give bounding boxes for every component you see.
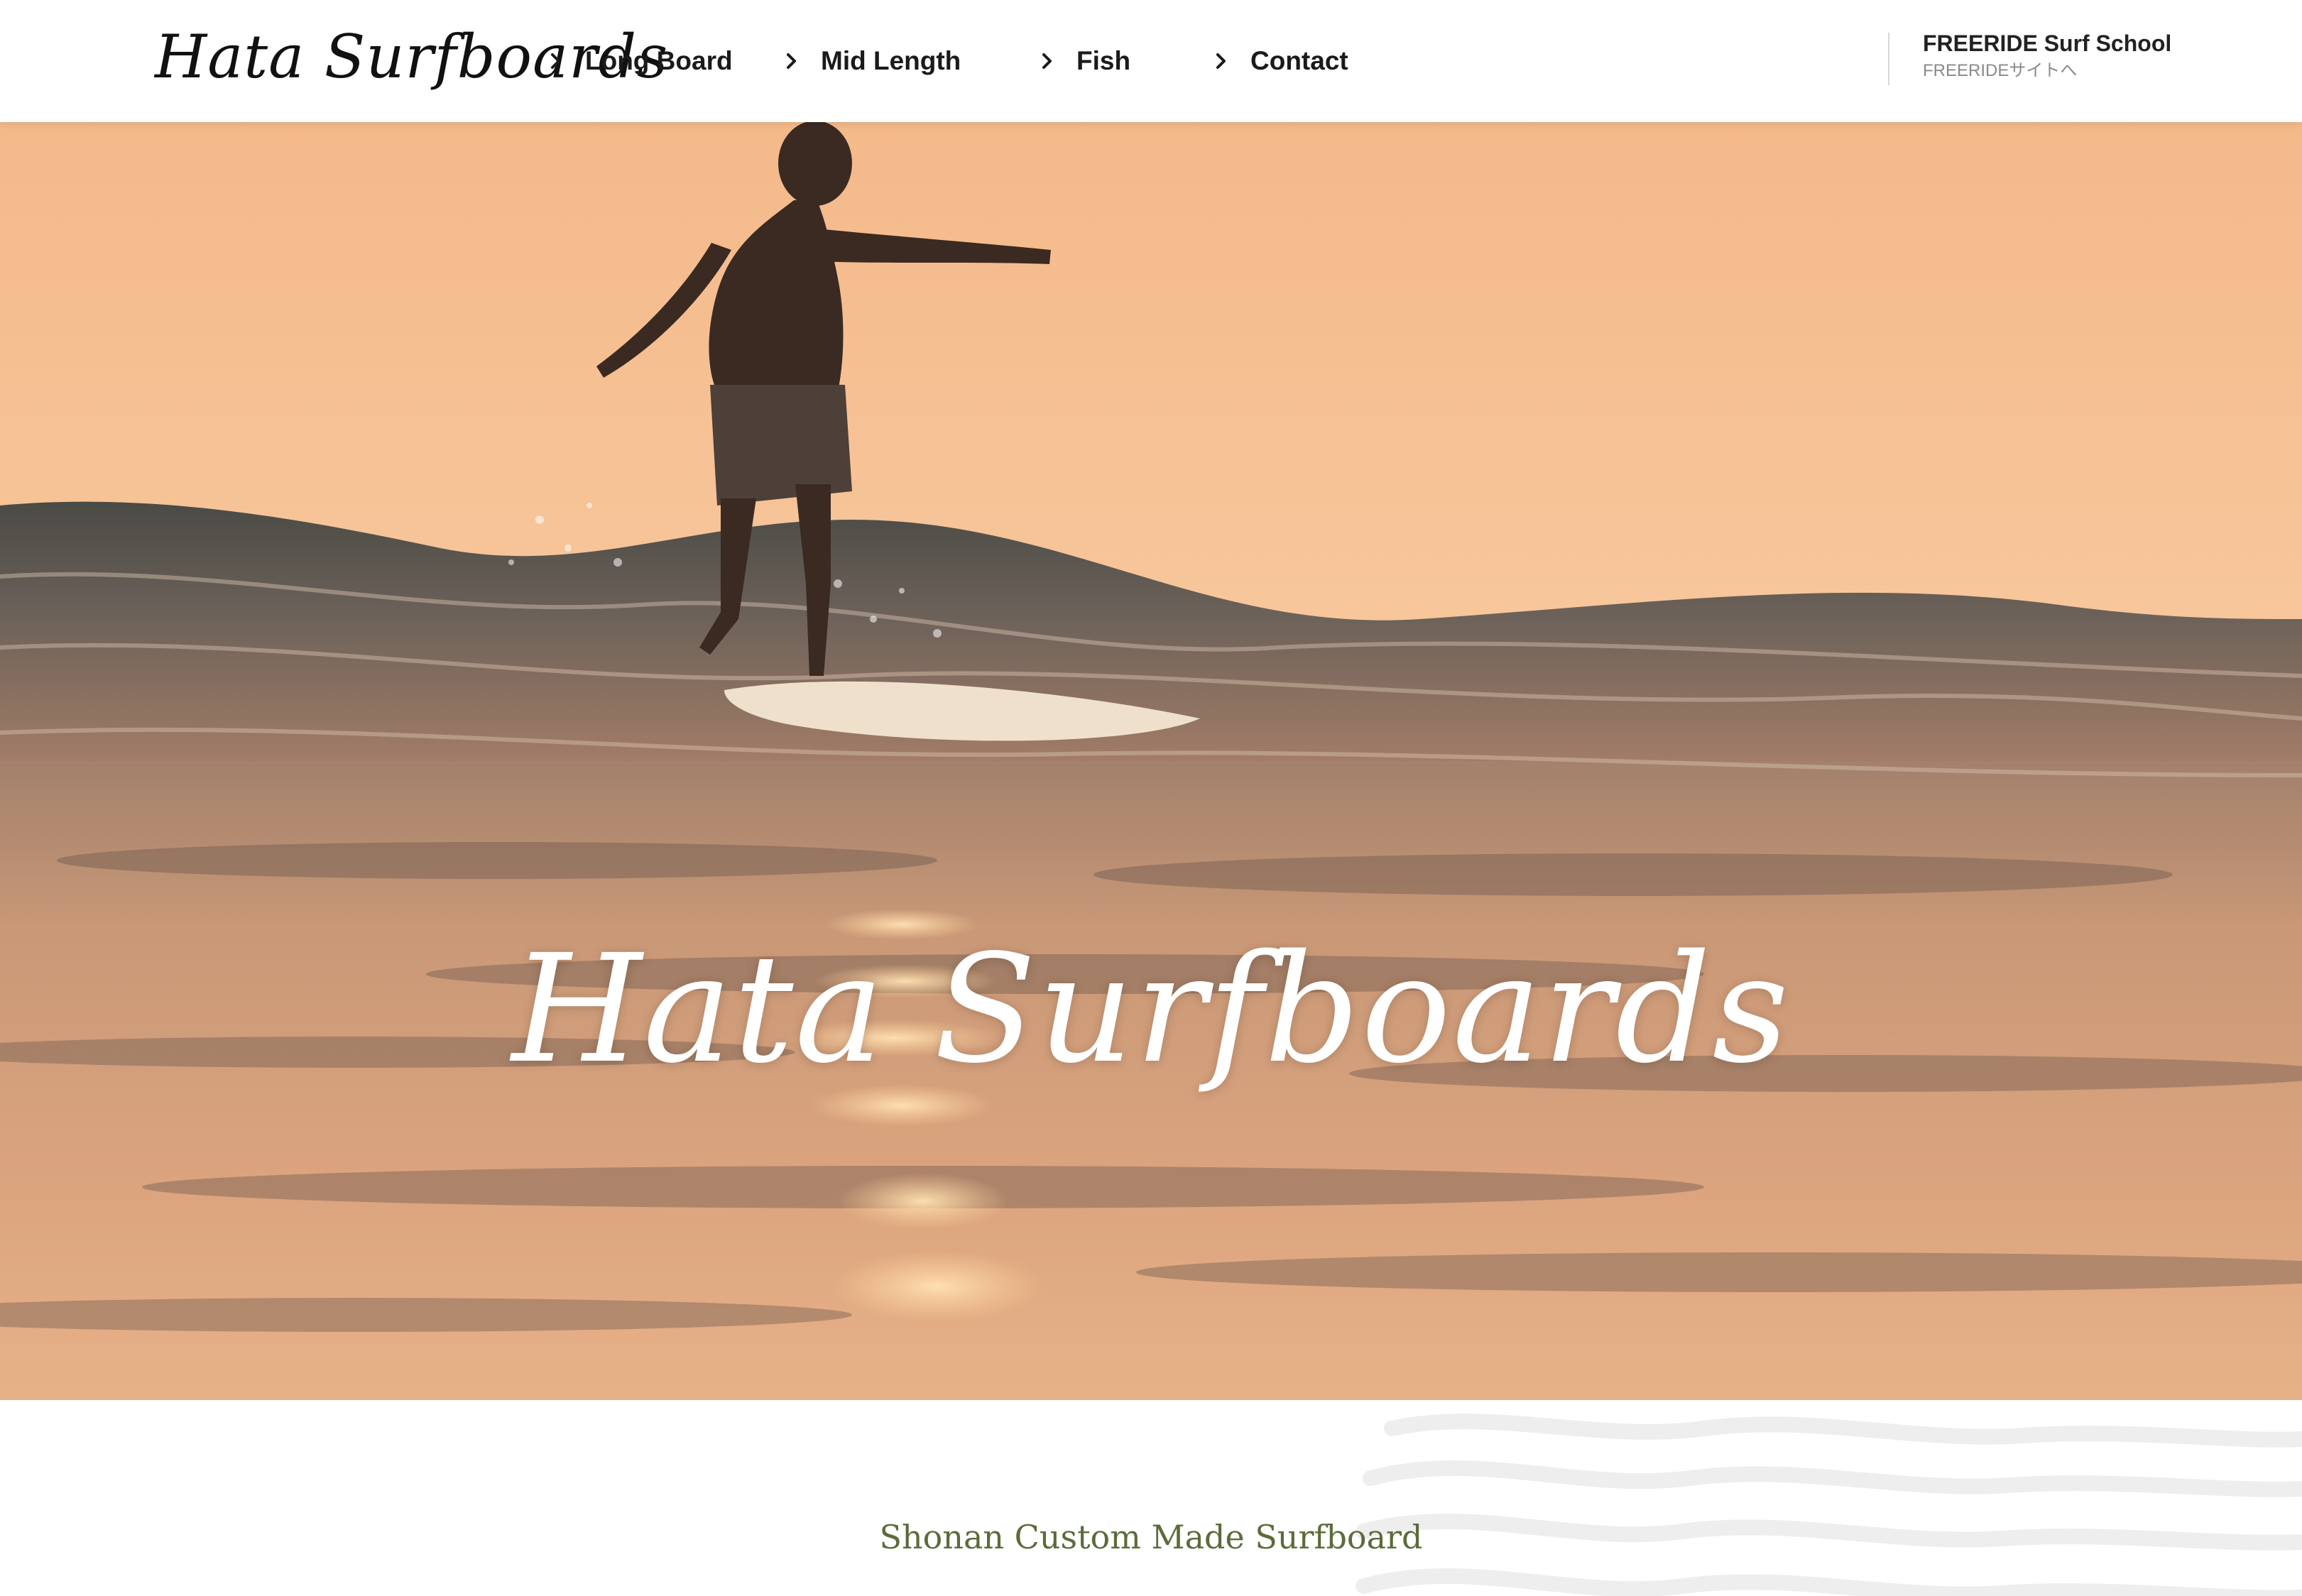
nav-item-fish[interactable]: Fish (1037, 40, 1130, 82)
chevron-right-icon (1042, 53, 1052, 69)
nav-item-mid-length[interactable]: Mid Length (781, 40, 961, 82)
freeride-subtitle: FREERIDEサイトへ (1923, 61, 2078, 80)
freeride-title: FREERIDE Surf School (1923, 31, 2172, 56)
site-header: Hata Surfboards Long Board Mid Length Fi… (0, 0, 2302, 122)
hero-section: Hata Surfboards (0, 122, 2302, 1400)
header-divider (1888, 33, 1889, 85)
nav-label: Mid Length (821, 46, 961, 75)
intro-section (0, 1400, 2302, 1596)
wave-pattern-decoration (1355, 1414, 2302, 1596)
freeride-school-link[interactable]: FREERIDE Surf School FREERIDEサイトへ (1923, 28, 2171, 84)
chevron-right-icon (787, 53, 796, 69)
nav-label: Long Board (585, 46, 733, 75)
hero-image (0, 122, 2302, 1400)
hero-title: Hata Surfboards (511, 922, 1791, 1096)
nav-item-long-board[interactable]: Long Board (545, 40, 733, 82)
tagline: Shonan Custom Made Surfboard (879, 1518, 1423, 1556)
nav-label: Fish (1076, 46, 1131, 75)
chevron-right-icon (1216, 53, 1226, 69)
nav-item-contact[interactable]: Contact (1211, 40, 1348, 82)
nav-label: Contact (1250, 46, 1348, 75)
chevron-right-icon (551, 53, 560, 69)
